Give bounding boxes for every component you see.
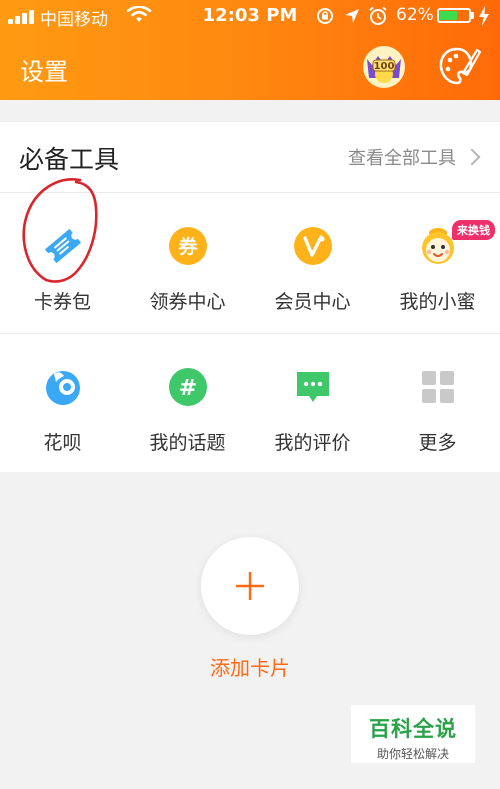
topic-hashtag-icon: # [169, 368, 207, 406]
hashtag-glyph: # [179, 376, 197, 401]
chevron-right-icon [463, 148, 481, 166]
tool-my-topics[interactable]: # 我的话题 [125, 334, 250, 474]
coupon-ticket-icon [44, 228, 82, 264]
tool-assistant[interactable]: 我的小蜜 [375, 193, 500, 333]
add-card-button[interactable] [201, 537, 299, 635]
watermark-logo: 百科全说 助你轻松解决 [351, 705, 475, 763]
tool-label: 花呗 [43, 432, 82, 454]
location-arrow-icon [345, 9, 359, 23]
member-medal-icon[interactable]: 100 [362, 45, 406, 89]
tool-label: 卡券包 [33, 291, 91, 313]
medal-number: 100 [374, 61, 395, 72]
view-all-label: 查看全部工具 [348, 148, 456, 169]
charging-bolt-icon [479, 6, 489, 26]
battery-icon [437, 8, 471, 23]
tools-row-2: 花呗 # 我的话题 我的评价 更多 [0, 334, 500, 474]
watermark-title: 百科全说 [369, 717, 457, 741]
tool-label: 领券中心 [149, 291, 226, 313]
more-grid-icon [422, 371, 454, 403]
tool-label: 更多 [418, 432, 457, 454]
section-title: 必备工具 [19, 145, 120, 174]
plus-icon [236, 572, 264, 600]
theme-palette-icon[interactable] [436, 45, 482, 89]
tools-row-1: 卡券包 券 领券中心 会员中心 我的小蜜 [0, 193, 500, 334]
vip-icon [294, 227, 332, 265]
tool-label: 我的话题 [149, 432, 226, 454]
header-bar: 中国移动 12:03 PM 62% 设置 100 [0, 0, 500, 100]
coupon-center-icon: 券 [169, 227, 207, 265]
tool-more[interactable]: 更多 [375, 334, 500, 474]
battery-level [440, 11, 457, 20]
tools-card: 必备工具 查看全部工具 卡券包 券 领券中心 会员中心 我的小蜜 花呗 # 我的… [0, 122, 500, 472]
alarm-icon [369, 6, 387, 25]
huabei-icon [46, 371, 80, 405]
watermark-subtitle: 助你轻松解决 [376, 747, 449, 761]
tool-coupon-wallet[interactable]: 卡券包 [0, 193, 125, 333]
rotation-lock-icon [317, 8, 333, 24]
battery-percent: 62% [396, 5, 434, 25]
tool-vip-center[interactable]: 会员中心 [250, 193, 375, 333]
tools-section-header: 必备工具 查看全部工具 [0, 122, 500, 193]
add-card-label[interactable]: 添加卡片 [0, 652, 500, 681]
view-all-tools-link[interactable]: 查看全部工具 [348, 144, 481, 170]
tool-huabei[interactable]: 花呗 [0, 334, 125, 474]
tool-coupon-center[interactable]: 券 领券中心 [125, 193, 250, 333]
page-title: 设置 [20, 58, 68, 86]
tool-label: 我的小蜜 [399, 291, 476, 313]
tool-label: 会员中心 [274, 291, 351, 313]
coupon-glyph: 券 [177, 235, 198, 258]
tool-label: 我的评价 [274, 432, 351, 454]
review-chat-icon [297, 372, 329, 402]
tool-my-reviews[interactable]: 我的评价 [250, 334, 375, 474]
battery-cap [471, 12, 474, 19]
status-bar: 中国移动 12:03 PM 62% [0, 0, 500, 32]
more-promo-badge: 来换钱 [452, 220, 495, 240]
